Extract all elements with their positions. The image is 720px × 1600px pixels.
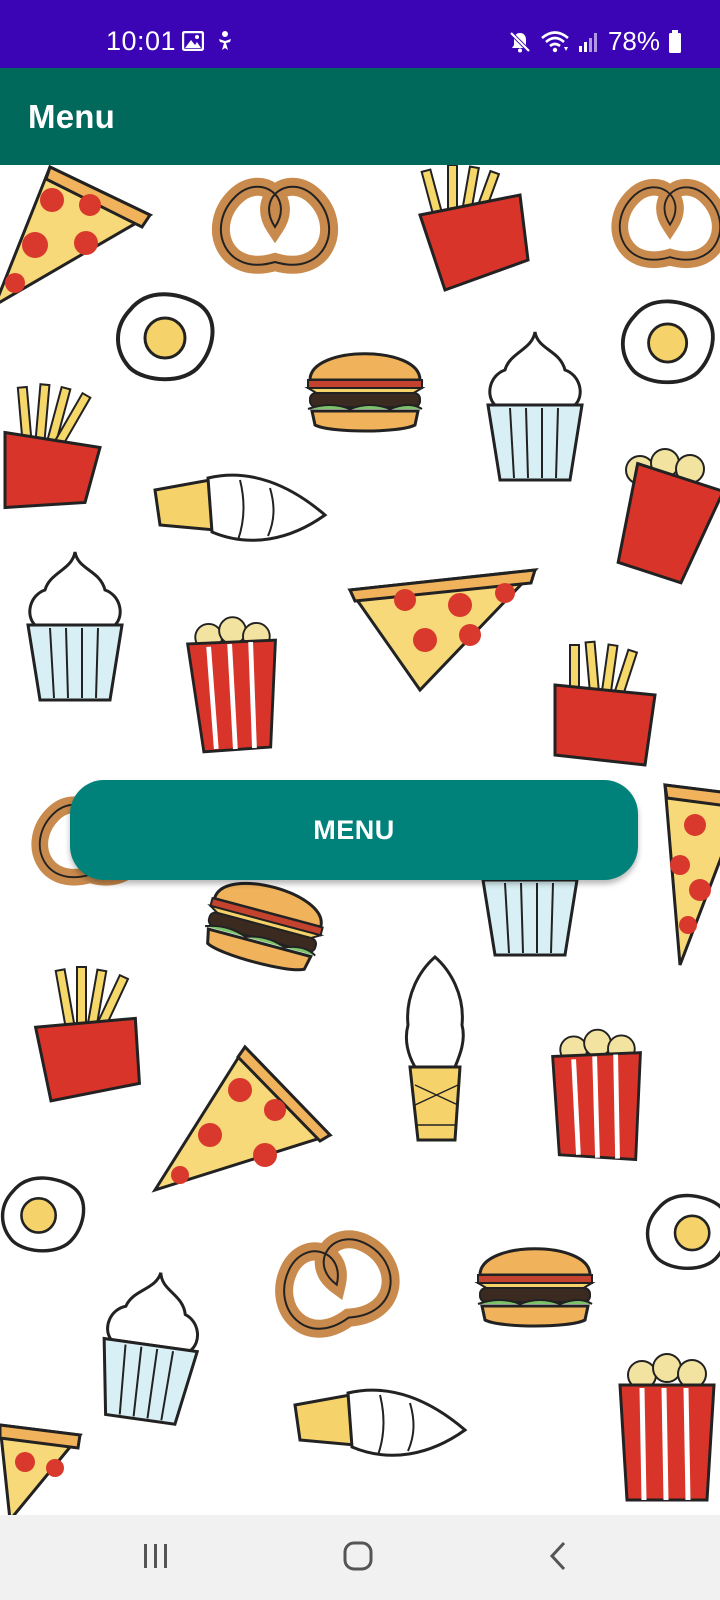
- app-bar-title: Menu: [28, 98, 115, 135]
- navigation-bar: [0, 1515, 720, 1600]
- status-time: 10:01: [106, 26, 177, 56]
- pizza-slice-icon: [151, 1044, 333, 1193]
- status-right-area: 78%: [508, 26, 682, 57]
- notification-icons: [182, 30, 236, 52]
- home-button[interactable]: [328, 1533, 388, 1583]
- back-icon: [546, 1540, 570, 1577]
- burger-icon: [204, 882, 325, 972]
- fried-egg-icon: [116, 292, 215, 382]
- french-fries-icon: [33, 966, 142, 1103]
- popcorn-icon: [551, 1028, 642, 1162]
- pretzel-icon: [611, 178, 720, 268]
- pizza-slice-icon: [0, 1423, 83, 1515]
- menu-button[interactable]: MENU: [70, 780, 638, 880]
- popcorn-icon: [616, 448, 720, 585]
- french-fries-icon: [553, 640, 657, 767]
- ice-cream-cone-icon: [404, 955, 465, 1142]
- burger-icon: [304, 352, 426, 433]
- ice-cream-cone-icon: [153, 473, 328, 542]
- recent-apps-icon: [141, 1542, 171, 1575]
- fried-egg-icon: [621, 299, 715, 385]
- back-button[interactable]: [528, 1533, 588, 1583]
- french-fries-icon: [3, 383, 102, 510]
- fried-egg-icon: [0, 1176, 86, 1253]
- french-fries-icon: [418, 165, 530, 292]
- popcorn-icon: [185, 616, 277, 754]
- pretzel-icon: [211, 177, 339, 274]
- image-notification-icon: [182, 31, 204, 51]
- recent-apps-button[interactable]: [126, 1533, 186, 1583]
- fried-egg-icon: [645, 1193, 720, 1270]
- pretzel-icon: [275, 1230, 400, 1338]
- cupcake-icon: [486, 331, 584, 482]
- mute-icon: [508, 30, 532, 54]
- battery-percent: 78%: [607, 26, 660, 56]
- burger-icon: [474, 1247, 596, 1328]
- wifi-icon: [540, 30, 570, 54]
- popcorn-icon: [618, 1353, 716, 1502]
- app-bar: Menu: [0, 68, 720, 165]
- home-icon: [342, 1540, 374, 1577]
- signal-icon: [578, 31, 600, 53]
- ice-cream-cone-icon: [293, 1388, 468, 1457]
- screen: 10:01 78% Menu MENU: [0, 0, 720, 1600]
- cupcake-icon: [26, 551, 124, 702]
- cupcake-icon: [102, 1272, 200, 1426]
- battery-icon: [668, 29, 682, 54]
- pizza-slice-icon: [347, 568, 539, 693]
- pizza-slice-icon: [663, 783, 720, 966]
- status-bar: 10:01 78%: [0, 0, 720, 68]
- accessibility-notification-icon: [214, 30, 236, 52]
